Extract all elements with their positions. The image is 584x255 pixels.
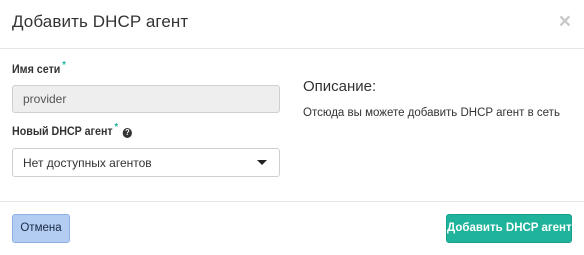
modal-title: Добавить DHCP агент [12, 12, 189, 31]
close-icon[interactable]: × [559, 11, 571, 32]
dhcp-agent-select[interactable]: Нет доступных агентов [12, 148, 280, 177]
help-icon[interactable]: ? [122, 128, 133, 138]
new-dhcp-agent-label-text: Новый DHCP агент [12, 126, 113, 138]
modal-footer: Отмена Добавить DHCP агент [0, 201, 584, 255]
chevron-down-icon [257, 160, 267, 165]
description-title: Описание: [303, 78, 377, 95]
modal-body: Имя сети * provider Новый DHCP агент *? Не… [0, 49, 584, 201]
modal-header: Добавить DHCP агент × [0, 0, 584, 49]
network-name-label-text: Имя сети [12, 64, 61, 76]
add-dhcp-agent-button[interactable]: Добавить DHCP агент [446, 214, 572, 243]
cancel-button[interactable]: Отмена [12, 214, 70, 243]
network-name-field[interactable]: provider [12, 85, 280, 113]
add-dhcp-agent-modal: Добавить DHCP агент × Имя сети * provider… [0, 0, 584, 255]
description-text: Отсюда вы можете добавить DHCP агент в с… [303, 107, 560, 119]
new-dhcp-agent-label: Новый DHCP агент *? [12, 122, 133, 138]
required-asterisk: * [62, 60, 66, 71]
network-name-label: Имя сети * [12, 60, 66, 76]
required-asterisk: * [114, 122, 119, 133]
dhcp-agent-selected-value: Нет доступных агентов [23, 156, 152, 170]
network-name-value: provider [23, 92, 67, 106]
